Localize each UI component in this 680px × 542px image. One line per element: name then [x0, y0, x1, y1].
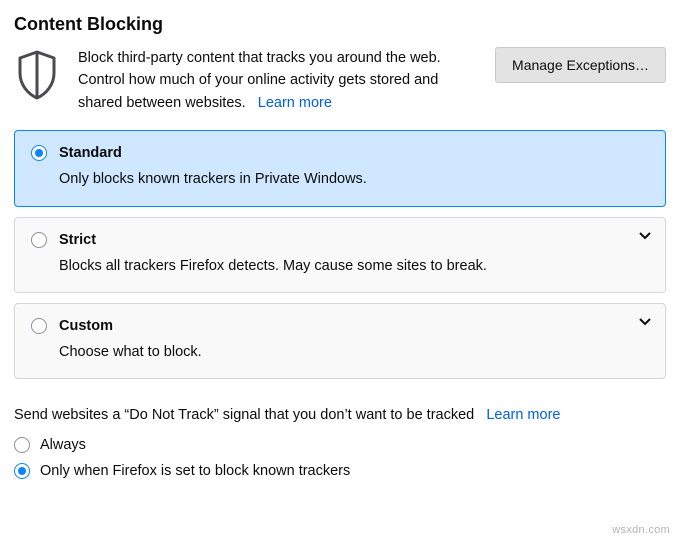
radio-standard[interactable]	[31, 145, 47, 161]
watermark: wsxdn.com	[612, 524, 670, 536]
option-custom-title: Custom	[59, 318, 113, 334]
intro-row: Block third-party content that tracks yo…	[14, 47, 666, 114]
dnt-option-always[interactable]: Always	[14, 437, 666, 453]
option-standard-title: Standard	[59, 145, 122, 161]
option-strict-desc: Blocks all trackers Firefox detects. May…	[59, 256, 649, 276]
option-standard-header: Standard	[31, 145, 649, 161]
dnt-section: Send websites a “Do Not Track” signal th…	[14, 405, 666, 479]
option-strict-title: Strict	[59, 232, 96, 248]
option-custom-header: Custom	[31, 318, 649, 334]
radio-dnt-only-when[interactable]	[14, 463, 30, 479]
radio-strict[interactable]	[31, 232, 47, 248]
dnt-always-label: Always	[40, 437, 86, 453]
option-custom-desc: Choose what to block.	[59, 342, 649, 362]
content-blocking-heading: Content Blocking	[14, 14, 666, 35]
option-standard[interactable]: Standard Only blocks known trackers in P…	[14, 130, 666, 206]
radio-custom[interactable]	[31, 318, 47, 334]
dnt-label-row: Send websites a “Do Not Track” signal th…	[14, 405, 666, 427]
dnt-label-text: Send websites a “Do Not Track” signal th…	[14, 407, 474, 423]
dnt-only-when-label: Only when Firefox is set to block known …	[40, 463, 350, 479]
intro-text: Block third-party content that tracks yo…	[78, 47, 477, 114]
dnt-learn-more-link[interactable]: Learn more	[486, 407, 560, 423]
option-standard-desc: Only blocks known trackers in Private Wi…	[59, 169, 649, 189]
radio-dnt-always[interactable]	[14, 437, 30, 453]
option-strict-header: Strict	[31, 232, 649, 248]
option-strict[interactable]: Strict Blocks all trackers Firefox detec…	[14, 217, 666, 293]
option-custom[interactable]: Custom Choose what to block.	[14, 303, 666, 379]
chevron-down-icon[interactable]	[639, 232, 651, 240]
intro-learn-more-link[interactable]: Learn more	[258, 95, 332, 111]
manage-exceptions-button[interactable]: Manage Exceptions…	[495, 47, 666, 83]
chevron-down-icon[interactable]	[639, 318, 651, 326]
dnt-option-only-when[interactable]: Only when Firefox is set to block known …	[14, 463, 666, 479]
shield-icon	[14, 47, 60, 101]
